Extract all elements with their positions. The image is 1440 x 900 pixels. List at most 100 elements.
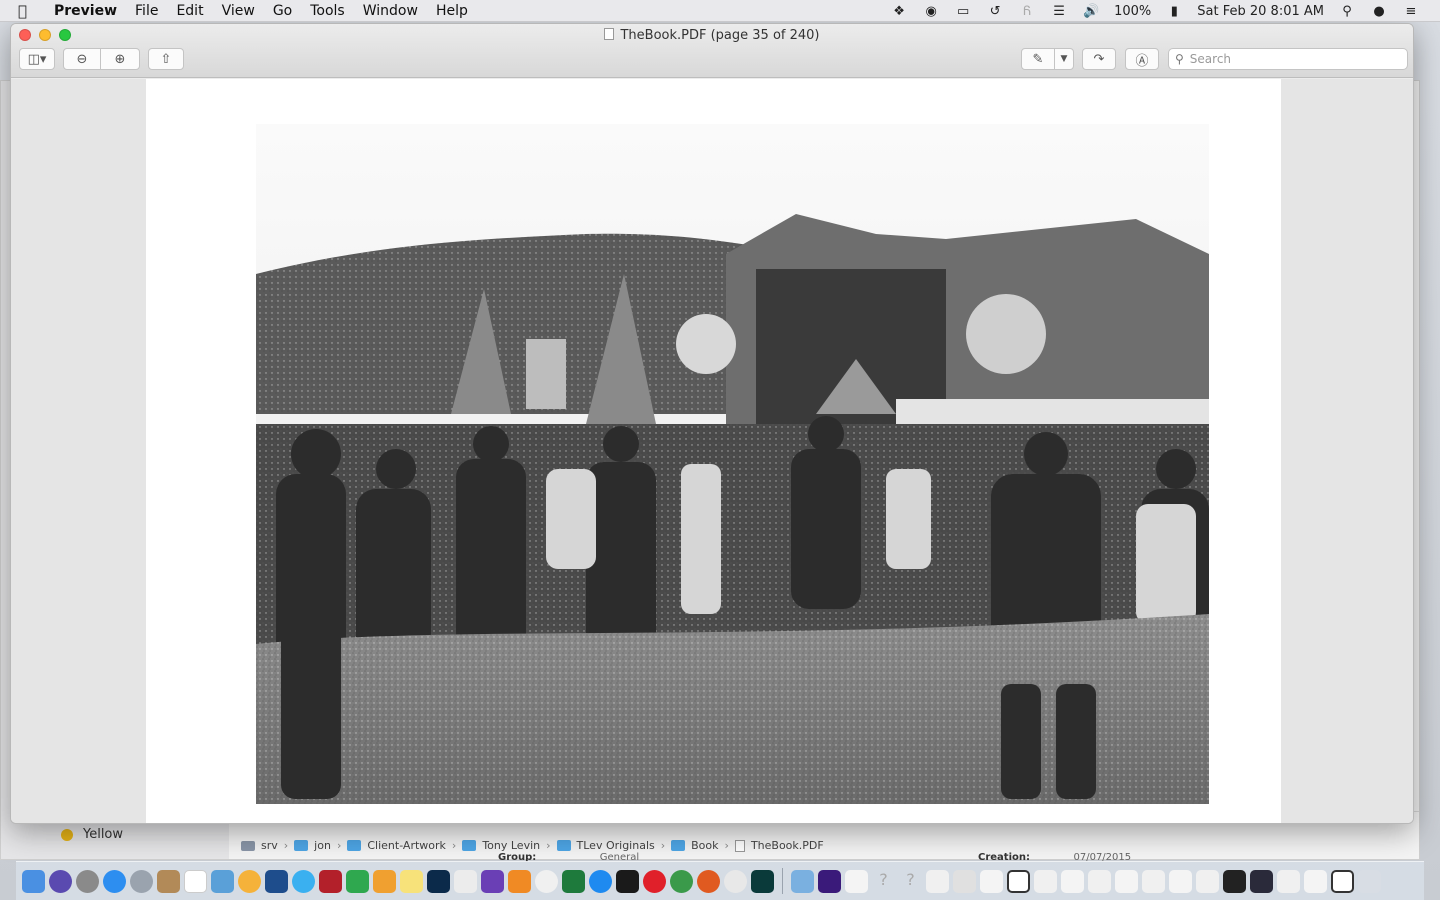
minimized-window-icon[interactable]: [1169, 869, 1192, 893]
siri-icon[interactable]: [49, 869, 72, 893]
photo-booth-icon[interactable]: [319, 869, 342, 893]
volume-icon[interactable]: 🔊: [1082, 4, 1100, 19]
rotate-button[interactable]: ↷: [1082, 48, 1116, 70]
wifi-icon[interactable]: ☰: [1050, 4, 1068, 19]
folder-icon: [347, 840, 362, 851]
textedit-icon[interactable]: [454, 869, 477, 893]
firefox-icon[interactable]: [697, 869, 720, 893]
airplay-icon[interactable]: ▭: [954, 4, 972, 19]
opera-icon[interactable]: [643, 869, 666, 893]
minimized-window-icon[interactable]: [1142, 869, 1165, 893]
safari-icon[interactable]: [103, 869, 126, 893]
creative-cloud-icon[interactable]: ◉: [922, 4, 940, 19]
path-srv[interactable]: srv: [261, 839, 278, 852]
minimized-window-icon[interactable]: [1034, 869, 1057, 893]
zoom-out-button[interactable]: ⊖: [63, 48, 101, 70]
minimized-window-icon[interactable]: [1304, 869, 1327, 893]
photos-icon[interactable]: [238, 869, 261, 893]
messages-icon[interactable]: [292, 869, 315, 893]
time-machine-icon[interactable]: ↺: [986, 4, 1004, 19]
path-tlev-originals[interactable]: TLev Originals: [577, 839, 655, 852]
finder-icon[interactable]: [22, 869, 45, 893]
terminal-icon[interactable]: [616, 869, 639, 893]
minimized-window-icon[interactable]: [1331, 869, 1354, 893]
menu-file[interactable]: File: [135, 3, 158, 19]
path-jon[interactable]: jon: [314, 839, 331, 852]
chrome-icon[interactable]: [670, 869, 693, 893]
bluetooth-icon[interactable]: Ᏺ: [1018, 4, 1036, 19]
markup-dropdown-button[interactable]: ▼: [1054, 48, 1074, 70]
battery-icon[interactable]: ▮: [1165, 4, 1183, 19]
notes-icon[interactable]: [400, 869, 423, 893]
share-button[interactable]: ⇧: [148, 48, 184, 70]
books-icon[interactable]: [508, 869, 531, 893]
pages-icon[interactable]: [373, 869, 396, 893]
markup-pen-button[interactable]: ✎: [1021, 48, 1055, 70]
artrage-icon[interactable]: [751, 869, 774, 893]
photoshop-icon[interactable]: [427, 869, 450, 893]
trash-icon[interactable]: [1358, 869, 1381, 893]
system-preferences-icon[interactable]: [76, 869, 99, 893]
search-field[interactable]: ⚲: [1168, 48, 1408, 70]
path-separator: ›: [724, 839, 729, 852]
imovie-icon[interactable]: [481, 869, 504, 893]
menu-help[interactable]: Help: [436, 3, 468, 19]
minimized-window-icon[interactable]: [1061, 869, 1084, 893]
script-icon[interactable]: [845, 869, 868, 893]
minimized-window-icon[interactable]: [926, 869, 949, 893]
menu-window[interactable]: Window: [363, 3, 418, 19]
help-icon[interactable]: ?: [872, 870, 895, 893]
excel-icon[interactable]: [562, 869, 585, 893]
itunes-icon[interactable]: [535, 869, 558, 893]
xcode-icon[interactable]: [265, 869, 288, 893]
path-client-artwork[interactable]: Client-Artwork: [367, 839, 446, 852]
path-thebook-pdf[interactable]: TheBook.PDF: [751, 839, 824, 852]
minimized-window-icon[interactable]: [1007, 869, 1030, 893]
rotate-icon: ↷: [1093, 51, 1105, 67]
path-book[interactable]: Book: [691, 839, 718, 852]
chevron-down-icon: ▼: [1060, 54, 1068, 64]
contacts-icon[interactable]: [157, 869, 180, 893]
window-title-text: TheBook.PDF (page 35 of 240): [620, 28, 820, 43]
finder-window-icon[interactable]: [791, 869, 814, 893]
menu-app-preview[interactable]: Preview: [54, 3, 117, 19]
sidebar-toggle-button[interactable]: ◫▾: [19, 48, 55, 70]
minimized-window-icon[interactable]: [980, 869, 1003, 893]
notification-center-icon[interactable]: ≡: [1402, 4, 1420, 19]
numbers-icon[interactable]: [346, 869, 369, 893]
amazon-music-icon[interactable]: [818, 869, 841, 893]
minimized-window-icon[interactable]: [1250, 869, 1273, 893]
path-separator: ›: [283, 839, 289, 852]
menu-edit[interactable]: Edit: [176, 3, 203, 19]
preview-window: TheBook.PDF (page 35 of 240) ◫▾ ⊖ ⊕ ⇧ ✎ …: [10, 23, 1414, 824]
minimized-window-icon[interactable]: [1088, 869, 1111, 893]
menu-go[interactable]: Go: [273, 3, 292, 19]
spotlight-icon[interactable]: ⚲: [1338, 4, 1356, 19]
apple-menu-icon[interactable]: : [18, 2, 36, 20]
minimized-window-icon[interactable]: [1223, 869, 1246, 893]
siri-menu-icon[interactable]: ●: [1370, 4, 1388, 19]
document-view[interactable]: [11, 79, 1413, 823]
photo-graphic: [256, 124, 1209, 804]
path-tony-levin[interactable]: Tony Levin: [482, 839, 540, 852]
markup-toolbar-button[interactable]: Ⓐ: [1125, 48, 1159, 70]
zoom-in-button[interactable]: ⊕: [100, 48, 140, 70]
help-icon[interactable]: ?: [899, 870, 922, 893]
menu-tools[interactable]: Tools: [310, 3, 345, 19]
app-store-icon[interactable]: [589, 869, 612, 893]
calendar-icon[interactable]: [184, 869, 207, 893]
minimized-window-icon[interactable]: [1277, 869, 1300, 893]
bbedit-icon[interactable]: [724, 869, 747, 893]
preview-icon[interactable]: [211, 869, 234, 893]
dropbox-icon[interactable]: ❖: [890, 4, 908, 19]
sidebar-tag-yellow[interactable]: Yellow: [61, 827, 123, 842]
minimized-window-icon[interactable]: [953, 869, 976, 893]
minimized-window-icon[interactable]: [1115, 869, 1138, 893]
menu-view[interactable]: View: [222, 3, 255, 19]
search-input[interactable]: [1189, 52, 1390, 66]
dock: ? ?: [16, 861, 1424, 900]
clock[interactable]: Sat Feb 20 8:01 AM: [1197, 4, 1324, 19]
launchpad-icon[interactable]: [130, 869, 153, 893]
minimized-window-icon[interactable]: [1196, 869, 1219, 893]
title-bar[interactable]: TheBook.PDF (page 35 of 240) ◫▾ ⊖ ⊕ ⇧ ✎ …: [11, 24, 1413, 78]
